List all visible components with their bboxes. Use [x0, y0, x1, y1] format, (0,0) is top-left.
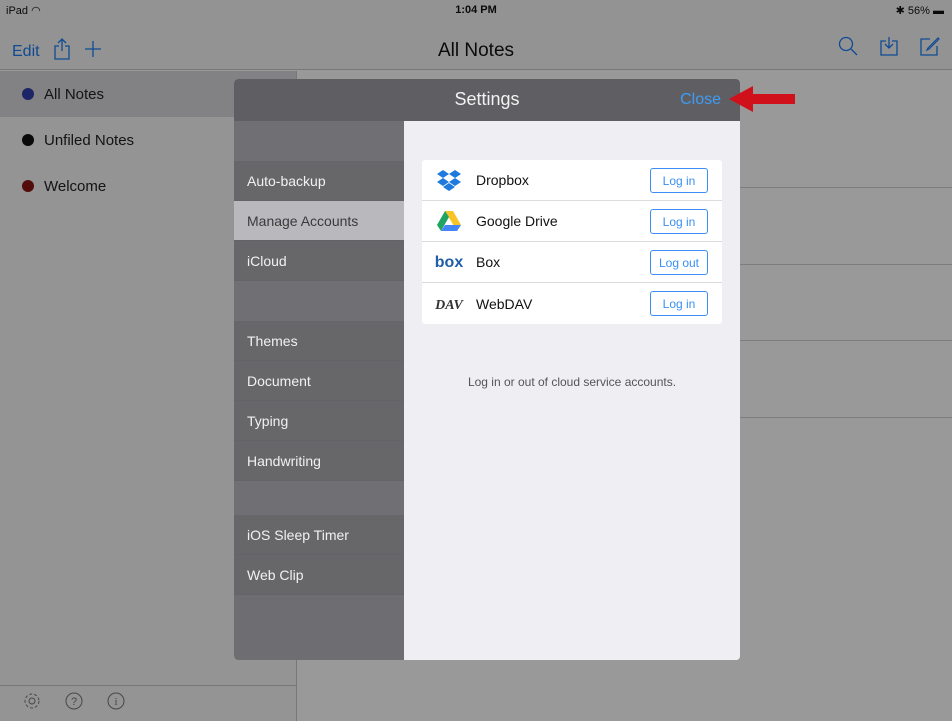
settings-nav-handwriting[interactable]: Handwriting: [234, 441, 404, 481]
account-name: Google Drive: [476, 213, 558, 229]
account-row-box: box Box Log out: [422, 242, 722, 283]
account-name: Box: [476, 254, 501, 270]
settings-nav: Auto-backup Manage Accounts iCloud Theme…: [234, 121, 404, 660]
box-icon: box: [434, 250, 464, 274]
google-drive-login-button[interactable]: Log in: [650, 209, 708, 234]
nav-section-gap: [234, 281, 404, 321]
nav-section-gap: [234, 121, 404, 161]
account-name: Dropbox: [476, 172, 529, 188]
settings-nav-ios-sleep-timer[interactable]: iOS Sleep Timer: [234, 515, 404, 555]
settings-nav-web-clip[interactable]: Web Clip: [234, 555, 404, 595]
nav-section-gap: [234, 481, 404, 515]
svg-text:box: box: [435, 254, 464, 271]
settings-nav-typing[interactable]: Typing: [234, 401, 404, 441]
settings-nav-document[interactable]: Document: [234, 361, 404, 401]
close-button[interactable]: Close: [680, 91, 721, 109]
manage-accounts-panel: Dropbox Log in Google Drive Log in box B…: [404, 121, 740, 660]
svg-text:DAV: DAV: [434, 298, 464, 313]
webdav-login-button[interactable]: Log in: [650, 291, 708, 316]
box-logout-button[interactable]: Log out: [650, 250, 708, 275]
dropbox-login-button[interactable]: Log in: [650, 168, 708, 193]
settings-nav-icloud[interactable]: iCloud: [234, 241, 404, 281]
account-list: Dropbox Log in Google Drive Log in box B…: [422, 160, 722, 324]
google-drive-icon: [434, 209, 464, 233]
modal-title: Settings: [454, 89, 520, 109]
account-row-google-drive: Google Drive Log in: [422, 201, 722, 242]
account-name: WebDAV: [476, 295, 533, 312]
settings-nav-manage-accounts[interactable]: Manage Accounts: [234, 201, 404, 241]
settings-modal: Settings Close Auto-backup Manage Accoun…: [234, 79, 740, 660]
account-row-webdav: DAV WebDAV Log in: [422, 283, 722, 324]
modal-header: Settings Close: [234, 79, 740, 121]
panel-caption: Log in or out of cloud service accounts.: [467, 375, 677, 389]
annotation-arrow-icon: [729, 86, 795, 112]
webdav-icon: DAV: [434, 292, 464, 316]
account-row-dropbox: Dropbox Log in: [422, 160, 722, 201]
settings-nav-auto-backup[interactable]: Auto-backup: [234, 161, 404, 201]
dropbox-icon: [434, 168, 464, 192]
settings-nav-themes[interactable]: Themes: [234, 321, 404, 361]
